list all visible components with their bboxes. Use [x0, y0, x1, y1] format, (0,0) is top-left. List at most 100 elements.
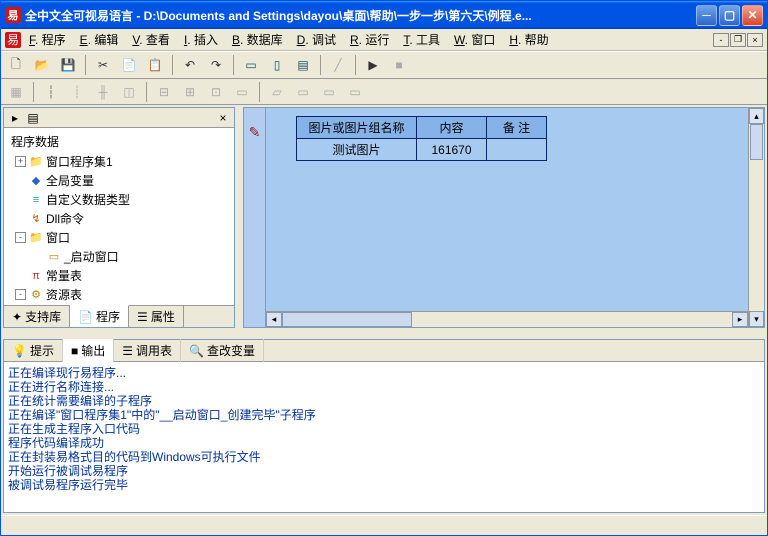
w9-icon[interactable]: ▭: [231, 81, 253, 103]
menu-e[interactable]: E. 编辑: [74, 29, 125, 50]
table-header[interactable]: 图片或图片组名称: [297, 117, 417, 139]
run-icon[interactable]: ▶: [362, 54, 384, 76]
tab-icon: ☰: [122, 344, 133, 358]
tree-item[interactable]: ≡自定义数据类型: [7, 190, 231, 209]
table-row[interactable]: 测试图片161670: [297, 139, 547, 161]
w3-icon[interactable]: ┊: [66, 81, 88, 103]
redo-icon[interactable]: ↷: [205, 54, 227, 76]
menu-w[interactable]: W. 窗口: [448, 29, 501, 50]
project-tree[interactable]: 程序数据 +📁窗口程序集1◆全局变量≡自定义数据类型↯Dll命令-📁窗口▭_启动…: [4, 128, 234, 305]
vertical-scrollbar[interactable]: ▴ ▾: [748, 108, 764, 327]
scroll-up-icon[interactable]: ▴: [749, 108, 764, 124]
scroll-right-icon[interactable]: ▸: [732, 312, 748, 327]
menu-d[interactable]: D. 调试: [291, 29, 342, 50]
panel-pin-icon[interactable]: ▸: [8, 111, 22, 125]
scroll-down-icon[interactable]: ▾: [749, 311, 764, 327]
w10-icon[interactable]: ▱: [266, 81, 288, 103]
panel-close-icon[interactable]: ×: [216, 111, 230, 125]
mdi-restore-button[interactable]: ❐: [730, 33, 746, 47]
resource-table[interactable]: 图片或图片组名称内容备 注 测试图片161670: [296, 116, 547, 161]
window-title: 全中文全可视易语言 - D:\Documents and Settings\da…: [25, 7, 696, 24]
tree-item[interactable]: -⚙资源表: [7, 285, 231, 304]
log-line: 正在生成主程序入口代码: [8, 422, 760, 436]
w13-icon[interactable]: ▭: [344, 81, 366, 103]
window1-icon[interactable]: ▭: [240, 54, 262, 76]
tree-item[interactable]: -📁窗口: [7, 228, 231, 247]
menu-t[interactable]: T. 工具: [397, 29, 446, 50]
mdi-close-button[interactable]: ×: [747, 33, 763, 47]
cut-icon[interactable]: ✂: [92, 54, 114, 76]
vertical-splitter[interactable]: [237, 105, 241, 330]
titlebar[interactable]: 易 全中文全可视易语言 - D:\Documents and Settings\…: [1, 1, 767, 29]
tree-item[interactable]: ↯Dll命令: [7, 209, 231, 228]
tab-label: 支持库: [25, 308, 61, 325]
menu-b[interactable]: B. 数据库: [226, 29, 289, 50]
w11-icon[interactable]: ▭: [292, 81, 314, 103]
w2-icon[interactable]: ┇: [40, 81, 62, 103]
maximize-button[interactable]: ▢: [719, 5, 740, 26]
menu-r[interactable]: R. 运行: [344, 29, 395, 50]
project-panel: ▸ ▤ × 程序数据 +📁窗口程序集1◆全局变量≡自定义数据类型↯Dll命令-📁…: [3, 107, 235, 328]
left-tab[interactable]: 📄程序: [70, 305, 129, 327]
w12-icon[interactable]: ▭: [318, 81, 340, 103]
output-tab[interactable]: 🔍查改变量: [181, 339, 264, 362]
minimize-button[interactable]: ─: [696, 5, 717, 26]
scroll-h-thumb[interactable]: [282, 312, 412, 327]
output-log[interactable]: 正在编译现行易程序...正在进行名称连接...正在统计需要编译的子程序正在编译"…: [4, 362, 764, 512]
horizontal-scrollbar[interactable]: ◂ ▸: [266, 311, 748, 327]
tab-label: 调用表: [136, 342, 172, 359]
w6-icon[interactable]: ⊟: [153, 81, 175, 103]
expand-icon[interactable]: +: [15, 156, 26, 167]
tree-item[interactable]: ◆全局变量: [7, 171, 231, 190]
mdi-minimize-button[interactable]: -: [713, 33, 729, 47]
tree-item[interactable]: π常量表: [7, 266, 231, 285]
save-file-icon[interactable]: 💾: [57, 54, 79, 76]
close-button[interactable]: ✕: [742, 5, 763, 26]
menu-f[interactable]: F. 程序: [23, 29, 72, 50]
tool-icon[interactable]: ╱: [327, 54, 349, 76]
output-tab[interactable]: 💡提示: [4, 339, 63, 362]
tree-item[interactable]: +📁窗口程序集1: [7, 152, 231, 171]
w5-icon[interactable]: ◫: [118, 81, 140, 103]
paste-icon[interactable]: 📋: [144, 54, 166, 76]
menu-h[interactable]: H. 帮助: [503, 29, 554, 50]
node-icon: ▭: [47, 251, 61, 263]
new-file-icon[interactable]: 🗋: [5, 54, 27, 76]
w7-icon[interactable]: ⊞: [179, 81, 201, 103]
expand-icon[interactable]: -: [15, 289, 26, 300]
tab-icon: ✦: [12, 310, 22, 324]
tree-item-label: 常量表: [46, 267, 82, 284]
main-window: 易 全中文全可视易语言 - D:\Documents and Settings\…: [0, 0, 768, 536]
output-tab[interactable]: ■输出: [63, 339, 114, 362]
open-file-icon[interactable]: 📂: [31, 54, 53, 76]
table-cell[interactable]: 测试图片: [297, 139, 417, 161]
scroll-left-icon[interactable]: ◂: [266, 312, 282, 327]
output-tab[interactable]: ☰调用表: [114, 339, 181, 362]
copy-icon[interactable]: 📄: [118, 54, 140, 76]
panel-mode-icon[interactable]: ▤: [26, 111, 40, 125]
toolbar-main: 🗋 📂 💾 ✂ 📄 📋 ↶ ↷ ▭ ▯ ▤ ╱ ▶ ■: [1, 51, 767, 79]
table-header[interactable]: 内容: [417, 117, 487, 139]
menubar: 易 F. 程序E. 编辑V. 查看I. 插入B. 数据库D. 调试R. 运行T.…: [1, 29, 767, 51]
editor-canvas[interactable]: 图片或图片组名称内容备 注 测试图片161670 ◂ ▸: [266, 108, 748, 327]
w4-icon[interactable]: ╫: [92, 81, 114, 103]
w1-icon[interactable]: ▦: [5, 81, 27, 103]
scroll-v-thumb[interactable]: [750, 124, 763, 160]
menu-i[interactable]: I. 插入: [178, 29, 224, 50]
stop-icon[interactable]: ■: [388, 54, 410, 76]
log-line: 被调试易程序运行完毕: [8, 478, 760, 492]
undo-icon[interactable]: ↶: [179, 54, 201, 76]
table-cell[interactable]: 161670: [417, 139, 487, 161]
w8-icon[interactable]: ⊡: [205, 81, 227, 103]
tree-item[interactable]: ▭_启动窗口: [7, 247, 231, 266]
table-header[interactable]: 备 注: [487, 117, 547, 139]
menu-v[interactable]: V. 查看: [126, 29, 176, 50]
table-cell[interactable]: [487, 139, 547, 161]
left-tab[interactable]: ✦支持库: [4, 306, 70, 327]
window2-icon[interactable]: ▯: [266, 54, 288, 76]
horizontal-splitter[interactable]: [1, 333, 767, 337]
window3-icon[interactable]: ▤: [292, 54, 314, 76]
tree-item-label: 窗口程序集1: [46, 153, 113, 170]
left-tab[interactable]: ☰属性: [129, 306, 184, 327]
expand-icon[interactable]: -: [15, 232, 26, 243]
